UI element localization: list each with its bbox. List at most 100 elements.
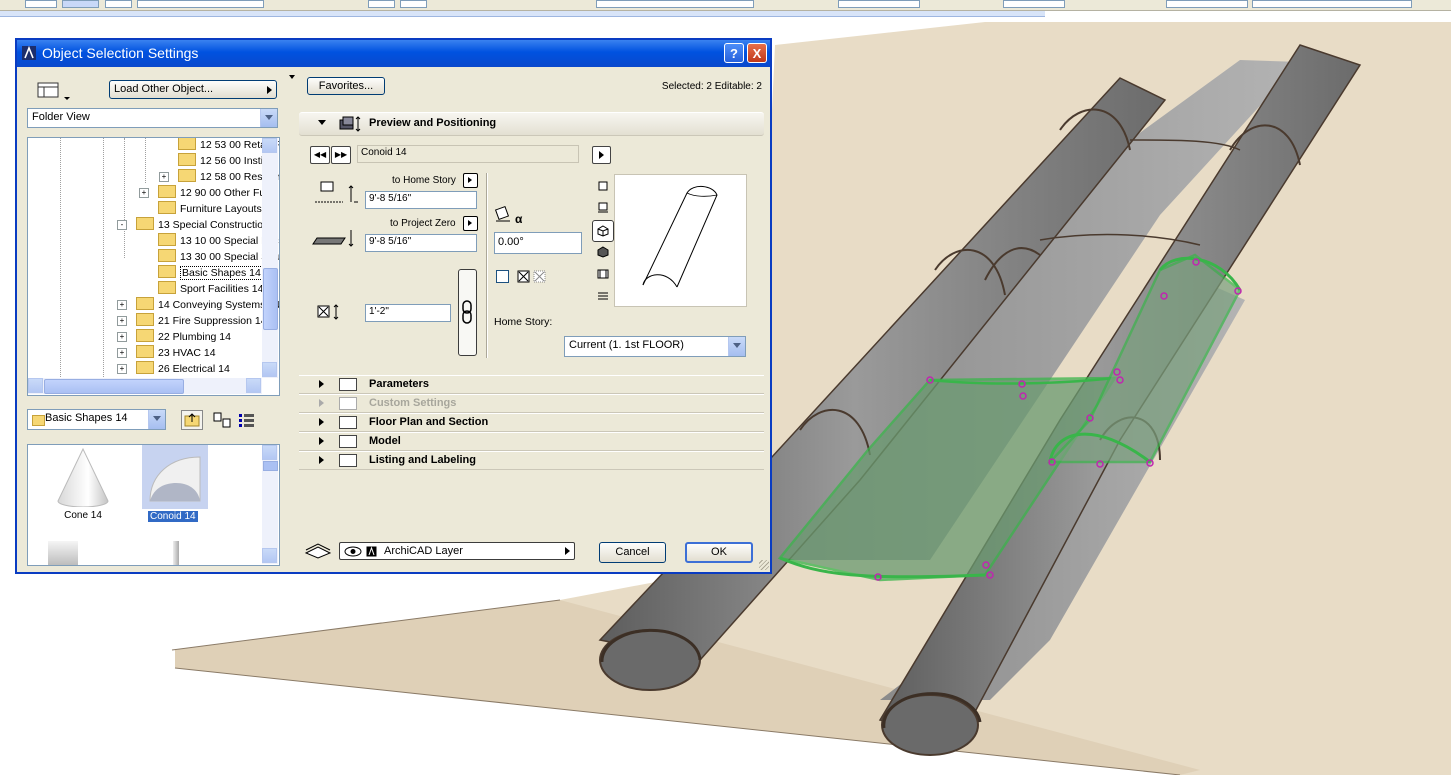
pane-menu-arrow-icon[interactable]	[289, 75, 295, 79]
folder-select[interactable]: Basic Shapes 14	[27, 409, 166, 430]
scroll-down-icon[interactable]	[262, 362, 277, 377]
object-item-cone[interactable]: Cone 14	[48, 445, 118, 525]
close-button[interactable]: X	[747, 43, 767, 63]
home-story-label: Home Story:	[494, 316, 553, 328]
home-story-elevation-icon	[315, 181, 358, 203]
tree-horizontal-scrollbar[interactable]	[28, 378, 262, 394]
load-other-object-button[interactable]: Load Other Object...	[109, 80, 277, 99]
tree-folder-item[interactable]: Sport Facilities 14	[158, 281, 263, 297]
tree-h-scroll-thumb[interactable]	[44, 379, 184, 394]
scroll-up-icon[interactable]	[262, 138, 277, 153]
preview-scroll-thumb[interactable]	[263, 461, 278, 471]
parameter-list-preview-icon[interactable]	[597, 290, 609, 302]
home-story-select[interactable]: Current (1. 1st FLOOR)	[564, 336, 746, 357]
toolbar-control[interactable]	[1166, 0, 1248, 8]
toolbar-control[interactable]	[596, 0, 754, 8]
rotation-angle-input[interactable]: 0.00°	[494, 232, 582, 254]
height-input[interactable]: 1'-2"	[365, 304, 451, 322]
previous-object-button[interactable]: ◀◀	[310, 146, 330, 164]
3d-preview-toggle[interactable]	[592, 220, 614, 242]
object-item-partial[interactable]	[173, 541, 179, 565]
view-mode-select[interactable]: Folder View	[27, 108, 278, 128]
expand-icon[interactable]: +	[139, 188, 149, 198]
folder-icon	[158, 265, 176, 278]
plan-preview-icon[interactable]	[597, 180, 609, 192]
scroll-left-icon[interactable]	[28, 378, 43, 393]
scroll-right-icon[interactable]	[246, 378, 261, 393]
section-preview-positioning[interactable]: Preview and Positioning	[299, 112, 764, 136]
tree-folder-item[interactable]: +23 HVAC 14	[117, 345, 216, 361]
section-model[interactable]: Model	[299, 432, 764, 451]
resize-grip[interactable]	[759, 560, 769, 570]
object-item-partial[interactable]	[48, 541, 78, 565]
cancel-button[interactable]: Cancel	[599, 542, 666, 563]
play-arrow-icon	[565, 547, 570, 555]
section-listing-labeling[interactable]: Listing and Labeling	[299, 451, 764, 470]
tree-folder-item[interactable]: Basic Shapes 14	[158, 265, 263, 281]
positioning-icon	[339, 116, 361, 132]
tree-item-label: Sport Facilities 14	[180, 283, 264, 295]
tree-folder-item[interactable]: 12 56 00 Institut	[178, 153, 275, 169]
folder-select-value: Basic Shapes 14	[45, 412, 128, 424]
section-title: Preview and Positioning	[369, 117, 497, 129]
library-folder-tree[interactable]: 12 53 00 Retail F 12 56 00 Institut +12 58…	[27, 137, 280, 396]
collapse-icon[interactable]: -	[117, 220, 127, 230]
folder-icon	[32, 415, 45, 426]
object-info-button[interactable]	[592, 146, 611, 164]
tree-folder-item[interactable]: +22 Plumbing 14	[117, 329, 231, 345]
to-project-zero-input[interactable]: 9'-8 5/16"	[365, 234, 477, 252]
cone-thumbnail-icon	[57, 447, 109, 508]
tree-folder-item[interactable]: +12 90 00 Other Furni	[139, 185, 277, 201]
expand-icon[interactable]: +	[117, 300, 127, 310]
toolbar-control[interactable]	[1252, 0, 1412, 8]
favorites-button[interactable]: Favorites...	[307, 77, 385, 95]
tree-folder-item[interactable]: +21 Fire Suppression 14	[117, 313, 267, 329]
object-preview-list[interactable]: Cone 14 Conoid 14	[27, 444, 280, 566]
section-icon	[339, 378, 357, 391]
help-button[interactable]: ?	[724, 43, 744, 63]
dialog-titlebar[interactable]: Object Selection Settings ? X	[17, 40, 770, 67]
mirror-checkbox[interactable]	[496, 270, 509, 283]
tree-folder-item[interactable]: +26 Electrical 14	[117, 361, 230, 377]
section-preview-icon[interactable]	[597, 202, 609, 214]
toolbar-control[interactable]	[25, 0, 57, 8]
toolbar-control[interactable]	[368, 0, 395, 8]
view-mode-value: Folder View	[32, 111, 90, 123]
large-icons-view-icon[interactable]	[213, 412, 231, 428]
folder-up-icon[interactable]	[181, 410, 203, 430]
expand-icon[interactable]: +	[117, 332, 127, 342]
toolbar-control[interactable]	[62, 0, 99, 8]
layer-select[interactable]: ArchiCAD Layer	[339, 542, 575, 560]
toolbar-control[interactable]	[105, 0, 132, 8]
list-view-icon[interactable]	[238, 412, 256, 428]
expand-arrow-icon	[319, 456, 324, 464]
elevation-preview-icon[interactable]	[597, 268, 609, 280]
ok-button[interactable]: OK	[685, 542, 753, 563]
expand-icon[interactable]: +	[117, 364, 127, 374]
toolbar-control[interactable]	[838, 0, 920, 8]
tree-folder-item[interactable]: Furniture Layouts 14	[158, 201, 276, 217]
project-zero-toggle-button[interactable]	[463, 216, 478, 231]
section-floor-plan-section[interactable]: Floor Plan and Section	[299, 413, 764, 432]
expand-icon[interactable]: +	[117, 348, 127, 358]
object-item-conoid[interactable]	[142, 445, 208, 509]
next-object-button[interactable]: ▶▶	[331, 146, 351, 164]
section-parameters[interactable]: Parameters	[299, 375, 764, 394]
tree-scroll-thumb[interactable]	[263, 268, 278, 330]
chain-link-button[interactable]	[458, 269, 477, 356]
tree-folder-item[interactable]: - 13 Special Construction 1	[117, 217, 278, 233]
3d-solid-preview-icon[interactable]	[597, 246, 609, 258]
toolbar-control[interactable]	[1003, 0, 1065, 8]
toolbar-control[interactable]	[400, 0, 427, 8]
scroll-up-icon[interactable]	[262, 445, 277, 460]
preview-vertical-scrollbar[interactable]	[262, 445, 278, 564]
scroll-down-icon[interactable]	[262, 548, 277, 563]
tree-folder-item[interactable]: +14 Conveying Systems 14	[117, 297, 279, 313]
tree-vertical-scrollbar[interactable]	[262, 138, 278, 378]
library-view-icon[interactable]	[37, 81, 71, 101]
toolbar-control[interactable]	[137, 0, 264, 8]
expand-icon[interactable]: +	[117, 316, 127, 326]
expand-icon[interactable]: +	[159, 172, 169, 182]
to-home-story-input[interactable]: 9'-8 5/16"	[365, 191, 477, 209]
home-story-toggle-button[interactable]	[463, 173, 478, 188]
